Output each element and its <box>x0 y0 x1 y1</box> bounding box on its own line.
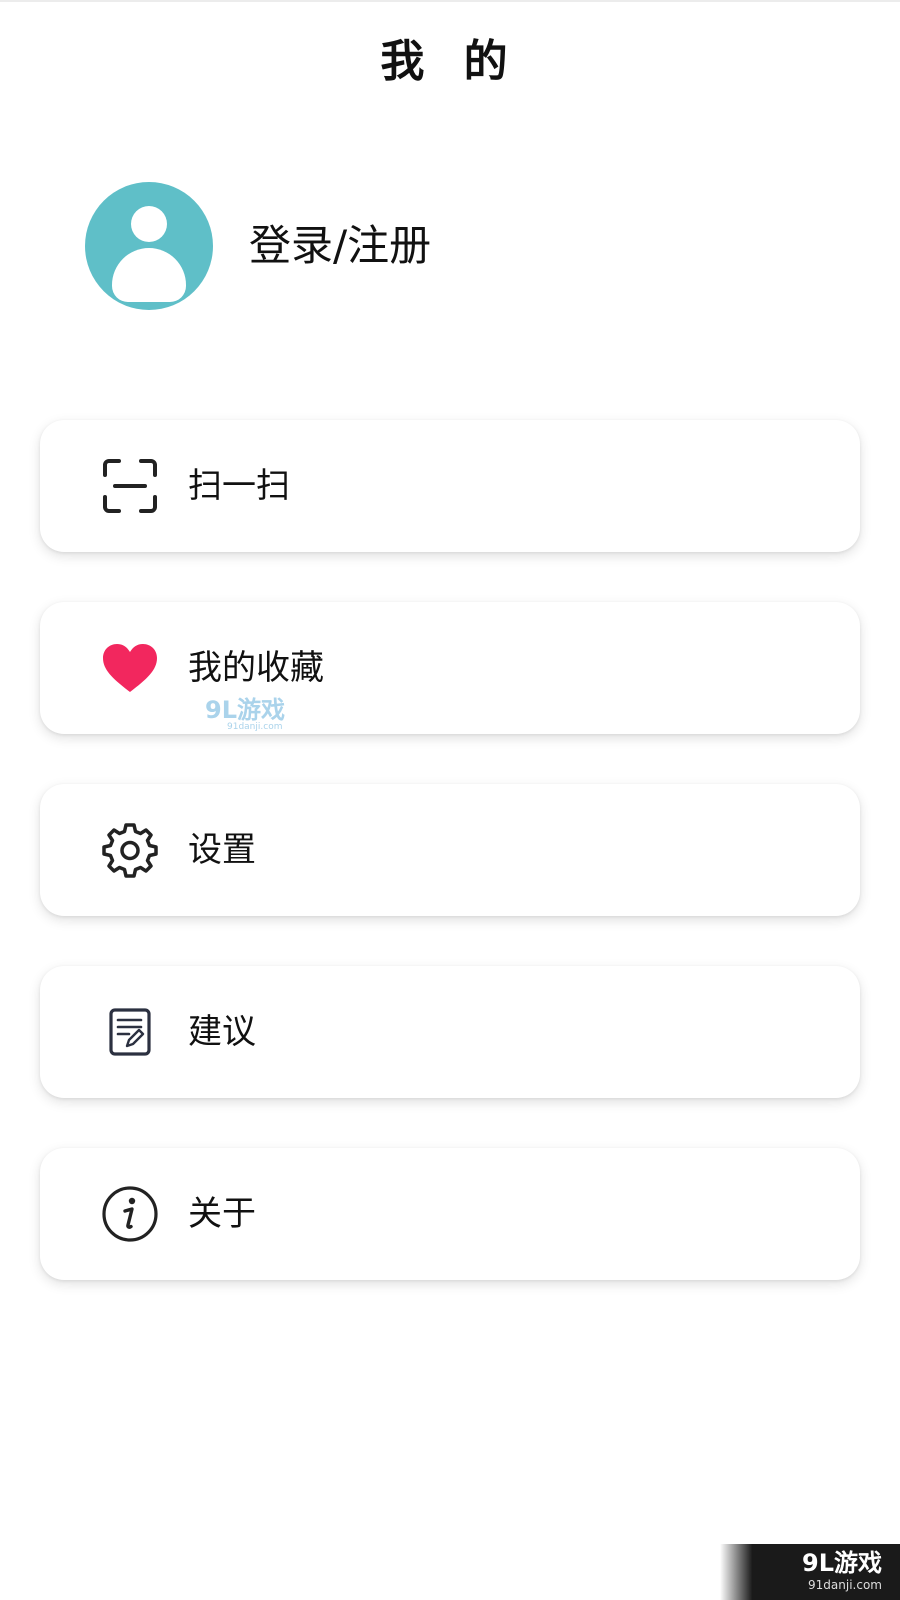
user-avatar-icon[interactable] <box>85 182 213 310</box>
menu-item-scan[interactable]: 扫一扫 <box>40 420 860 552</box>
page-title: 我 的 <box>380 36 520 87</box>
menu-item-label: 扫一扫 <box>188 466 290 506</box>
menu-list: 扫一扫 我的收藏 设置 建议 关于 <box>40 420 860 1330</box>
avatar-head-shape <box>131 206 167 242</box>
heart-icon <box>100 638 160 698</box>
profile-section[interactable]: 登录/注册 <box>85 182 431 310</box>
corner-watermark-domain: 91danji.com <box>808 1578 882 1592</box>
corner-watermark: 9L游戏 91danji.com <box>720 1544 900 1600</box>
menu-item-about[interactable]: 关于 <box>40 1148 860 1280</box>
menu-item-label: 我的收藏 <box>188 648 324 688</box>
top-divider <box>0 0 900 2</box>
menu-item-label: 建议 <box>188 1012 256 1052</box>
avatar-body-shape <box>112 248 186 302</box>
corner-watermark-brand: 9L游戏 <box>802 1549 882 1577</box>
watermark-domain: 91danji.com <box>227 722 283 732</box>
info-icon <box>100 1184 160 1244</box>
site-watermark: 9L游戏 91danji.com <box>205 698 285 732</box>
menu-item-favorites[interactable]: 我的收藏 <box>40 602 860 734</box>
gear-icon <box>100 820 160 880</box>
scan-icon <box>100 456 160 516</box>
watermark-brand: 9L游戏 <box>205 696 285 724</box>
menu-item-label: 设置 <box>188 830 256 870</box>
login-register-link[interactable]: 登录/注册 <box>249 218 431 274</box>
feedback-note-icon <box>100 1002 160 1062</box>
menu-item-feedback[interactable]: 建议 <box>40 966 860 1098</box>
menu-item-label: 关于 <box>188 1194 256 1234</box>
menu-item-settings[interactable]: 设置 <box>40 784 860 916</box>
